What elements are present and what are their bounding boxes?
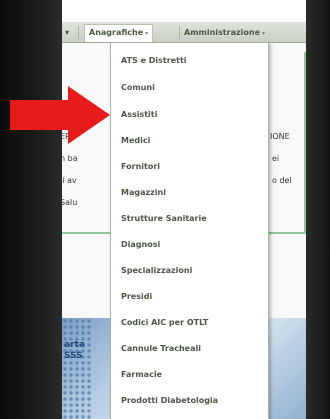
screen-recording: ▾ Anagrafiche▾ Amministrazione▾ ER I n b… — [0, 0, 330, 419]
menu-item-ats-distretti[interactable]: ATS e Distretti — [111, 49, 268, 73]
menu-item-fornitori[interactable]: Fornitori — [111, 155, 268, 179]
nav-menu-anagrafiche[interactable]: Anagrafiche ▾ — [84, 24, 154, 42]
red-arrow-shape — [10, 86, 110, 144]
nav-menu-amministrazione[interactable]: Amministrazione ▾ — [184, 25, 265, 40]
menu-item-strutture-sanitarie[interactable]: Strutture Sanitarie — [111, 207, 268, 231]
anagrafiche-dropdown-menu: ATS e Distretti Comuni Assistiti Medici … — [110, 42, 269, 419]
screen-bezel-right — [306, 0, 330, 419]
menu-item-cannule-tracheali[interactable]: Cannule Tracheali — [111, 337, 268, 361]
chevron-down-icon[interactable]: ▾ — [65, 25, 69, 40]
banner-text-line: arta — [64, 340, 85, 350]
main-navbar: ▾ Anagrafiche ▾ Amministrazione ▾ — [62, 22, 306, 43]
chevron-down-icon: ▾ — [145, 30, 149, 37]
nav-menu-amministrazione-label: Amministrazione — [184, 28, 260, 37]
menu-item-presidi[interactable]: Presidi — [111, 285, 268, 309]
banner-image-pattern — [62, 318, 92, 419]
content-text-fragment: Salu — [62, 198, 78, 207]
menu-item-specializzazioni[interactable]: Specializzazioni — [111, 259, 268, 283]
navbar-divider — [179, 26, 180, 39]
menu-item-medici[interactable]: Medici — [111, 129, 268, 153]
red-arrow-icon — [10, 86, 110, 144]
menu-item-farmacie[interactable]: Farmacie — [111, 363, 268, 387]
screen-bezel-left — [0, 0, 62, 419]
menu-item-comuni[interactable]: Comuni — [111, 76, 268, 100]
menu-item-magazzini[interactable]: Magazzini — [111, 181, 268, 205]
menu-item-diagnosi[interactable]: Diagnosi — [111, 233, 268, 257]
menu-item-prodotti-diabetologia[interactable]: Prodotti Diabetologia — [111, 389, 268, 413]
banner-image-text: arta SSS — [64, 340, 85, 362]
content-text-fragment: IONE — [270, 132, 290, 141]
nav-menu-anagrafiche-label: Anagrafiche — [89, 28, 144, 37]
banner-text-line: SSS — [64, 351, 83, 361]
content-text-fragment: n ba — [62, 154, 78, 163]
chevron-down-icon: ▾ — [262, 30, 266, 37]
page-top-strip — [62, 0, 306, 22]
menu-item-assistiti[interactable]: Assistiti — [111, 103, 268, 127]
menu-item-codici-aic-otlt[interactable]: Codici AIC per OTLT — [111, 311, 268, 335]
content-text-fragment: ei — [272, 154, 280, 163]
content-text-fragment: o del — [272, 176, 292, 185]
content-text-fragment: li av — [62, 176, 77, 185]
navbar-divider — [78, 26, 79, 39]
